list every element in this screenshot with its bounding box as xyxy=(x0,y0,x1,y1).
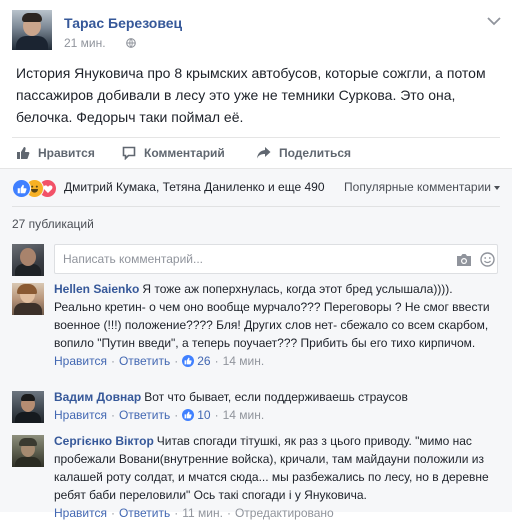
comment-sort-select[interactable]: Популярные комментарии xyxy=(344,180,500,194)
comment-icon xyxy=(122,146,136,160)
comment-like-count[interactable]: 10 xyxy=(197,406,210,424)
like-label: Нравится xyxy=(38,146,95,160)
like-reaction-icon xyxy=(12,179,31,198)
comment-author[interactable]: Вадим Довнар xyxy=(54,390,141,404)
reaction-names[interactable]: Дмитрий Кумака, Тетяна Даниленко и еще 4… xyxy=(64,180,325,194)
like-button[interactable]: Нравится xyxy=(16,144,95,162)
comment-reply-link[interactable]: Ответить xyxy=(119,406,170,424)
comment-like-link[interactable]: Нравится xyxy=(54,406,107,424)
commenter-avatar[interactable] xyxy=(12,391,44,423)
comment-label: Комментарий xyxy=(144,146,225,160)
comment-author[interactable]: Сергієнко Віктор xyxy=(54,434,154,448)
post-text: История Януковича про 8 крымских автобус… xyxy=(16,65,486,125)
post-header: Тарас Березовец 21 мин. xyxy=(12,10,502,54)
author-name[interactable]: Тарас Березовец xyxy=(64,15,182,31)
share-button[interactable]: Поделиться xyxy=(256,144,351,162)
comment-button[interactable]: Комментарий xyxy=(122,144,225,162)
comment-edited: Отредактировано xyxy=(234,506,334,520)
caret-down-icon xyxy=(494,185,500,190)
globe-icon xyxy=(126,38,136,48)
comment-reply-link[interactable]: Ответить xyxy=(119,352,170,370)
comment-body: Вадим Довнар Вот что бывает, если поддерж… xyxy=(54,388,500,424)
reaction-icons[interactable] xyxy=(12,179,72,198)
comment-reply-link[interactable]: Ответить xyxy=(119,504,170,522)
comments-section: Дмитрий Кумака, Тетяна Даниленко и еще 4… xyxy=(0,168,512,520)
current-user-avatar xyxy=(12,244,44,276)
sticker-icon[interactable] xyxy=(480,252,495,267)
chevron-down-icon[interactable] xyxy=(486,14,502,28)
comment-text: Вот что бывает, если поддерживаешь страу… xyxy=(144,390,408,404)
comment-input[interactable]: Написать комментарий... xyxy=(54,244,498,274)
commenter-avatar[interactable] xyxy=(12,435,44,467)
like-count-icon xyxy=(182,355,195,367)
comment-composer: Написать комментарий... xyxy=(12,242,500,276)
share-label: Поделиться xyxy=(279,146,352,160)
comment-like-count[interactable]: 26 xyxy=(197,352,210,370)
comment-meta: Нравится · Ответить · 10 · 14 мин. xyxy=(54,406,265,424)
post-timestamp[interactable]: 21 мин. xyxy=(64,36,106,50)
comment-like-link[interactable]: Нравится xyxy=(54,352,107,370)
comment-time[interactable]: 14 мин. xyxy=(223,352,265,370)
reactions-summary: Дмитрий Кумака, Тетяна Даниленко и еще 4… xyxy=(12,177,500,199)
comment-meta: Нравится · Ответить · 26 · 14 мин. xyxy=(54,352,265,370)
comment-time[interactable]: 11 мин. xyxy=(182,504,223,522)
comment-author[interactable]: Hellen Saienko xyxy=(54,282,139,296)
thumbs-up-icon xyxy=(17,147,30,159)
camera-icon[interactable] xyxy=(456,253,472,267)
comment-like-link[interactable]: Нравится xyxy=(54,504,107,522)
comment-meta: Нравится · Ответить · 11 мин. · Отредактиро… xyxy=(54,504,334,522)
commenter-avatar[interactable] xyxy=(12,283,44,315)
divider xyxy=(12,206,500,207)
sort-label: Популярные комментарии xyxy=(344,180,491,194)
comment-time[interactable]: 14 мин. xyxy=(223,406,265,424)
comment-body: Сергієнко Віктор Читав спогади тітушкі, я… xyxy=(54,432,500,522)
comment-body: Hellen Saienko Я тоже аж поперхнулась, ко… xyxy=(54,280,500,370)
post-action-bar: Нравится Комментарий Поделиться xyxy=(12,137,500,166)
author-avatar[interactable] xyxy=(12,10,52,50)
share-icon xyxy=(257,147,271,159)
publication-count[interactable]: 27 публикаций xyxy=(12,217,94,231)
like-count-icon xyxy=(182,409,195,421)
